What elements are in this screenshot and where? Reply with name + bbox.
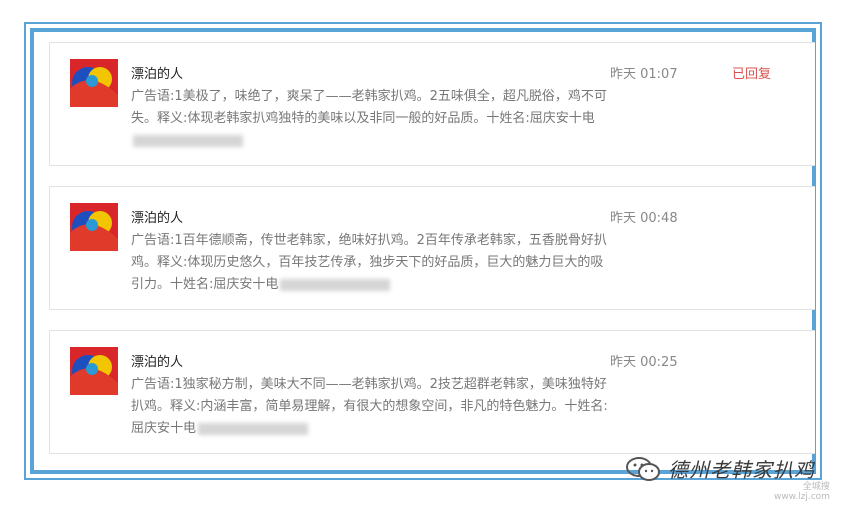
message-content: 广告语:1独家秘方制，美味大不同——老韩家扒鸡。2技艺超群老韩家，美味独特好扒鸡…	[131, 374, 611, 440]
site-watermark: 全城搜 www.lzj.com	[774, 482, 830, 502]
message-card: 漂泊的人 昨天 00:25 广告语:1独家秘方制，美味大不同——老韩家扒鸡。2技…	[49, 330, 815, 454]
site-watermark-line2: www.lzj.com	[774, 492, 830, 502]
avatar[interactable]	[70, 203, 118, 251]
redacted-phone	[133, 134, 243, 147]
status-badge: 已回复	[732, 67, 772, 82]
avatar[interactable]	[70, 347, 118, 395]
author-name[interactable]: 漂泊的人	[131, 63, 183, 82]
message-text: 广告语:1美极了，味绝了，爽呆了——老韩家扒鸡。2五味俱全，超凡脱俗，鸡不可失。…	[131, 89, 607, 126]
message-time: 昨天 00:25	[610, 355, 678, 370]
site-watermark-line1: 全城搜	[802, 482, 830, 492]
message-card: 漂泊的人 昨天 01:07 已回复 广告语:1美极了，味绝了，爽呆了——老韩家扒…	[49, 42, 815, 166]
message-card: 漂泊的人 昨天 00:48 广告语:1百年德顺斋，传世老韩家，绝味好扒鸡。2百年…	[49, 186, 815, 310]
message-content: 广告语:1百年德顺斋，传世老韩家，绝味好扒鸡。2百年传承老韩家，五香脱骨好扒鸡。…	[131, 230, 611, 296]
author-name[interactable]: 漂泊的人	[131, 351, 183, 370]
author-name[interactable]: 漂泊的人	[131, 207, 183, 226]
message-content: 广告语:1美极了，味绝了，爽呆了——老韩家扒鸡。2五味俱全，超凡脱俗，鸡不可失。…	[131, 86, 611, 152]
redacted-phone	[280, 278, 391, 291]
redacted-phone	[198, 422, 309, 435]
message-time: 昨天 01:07	[610, 67, 678, 82]
avatar[interactable]	[70, 59, 118, 107]
message-time: 昨天 00:48	[610, 211, 678, 226]
